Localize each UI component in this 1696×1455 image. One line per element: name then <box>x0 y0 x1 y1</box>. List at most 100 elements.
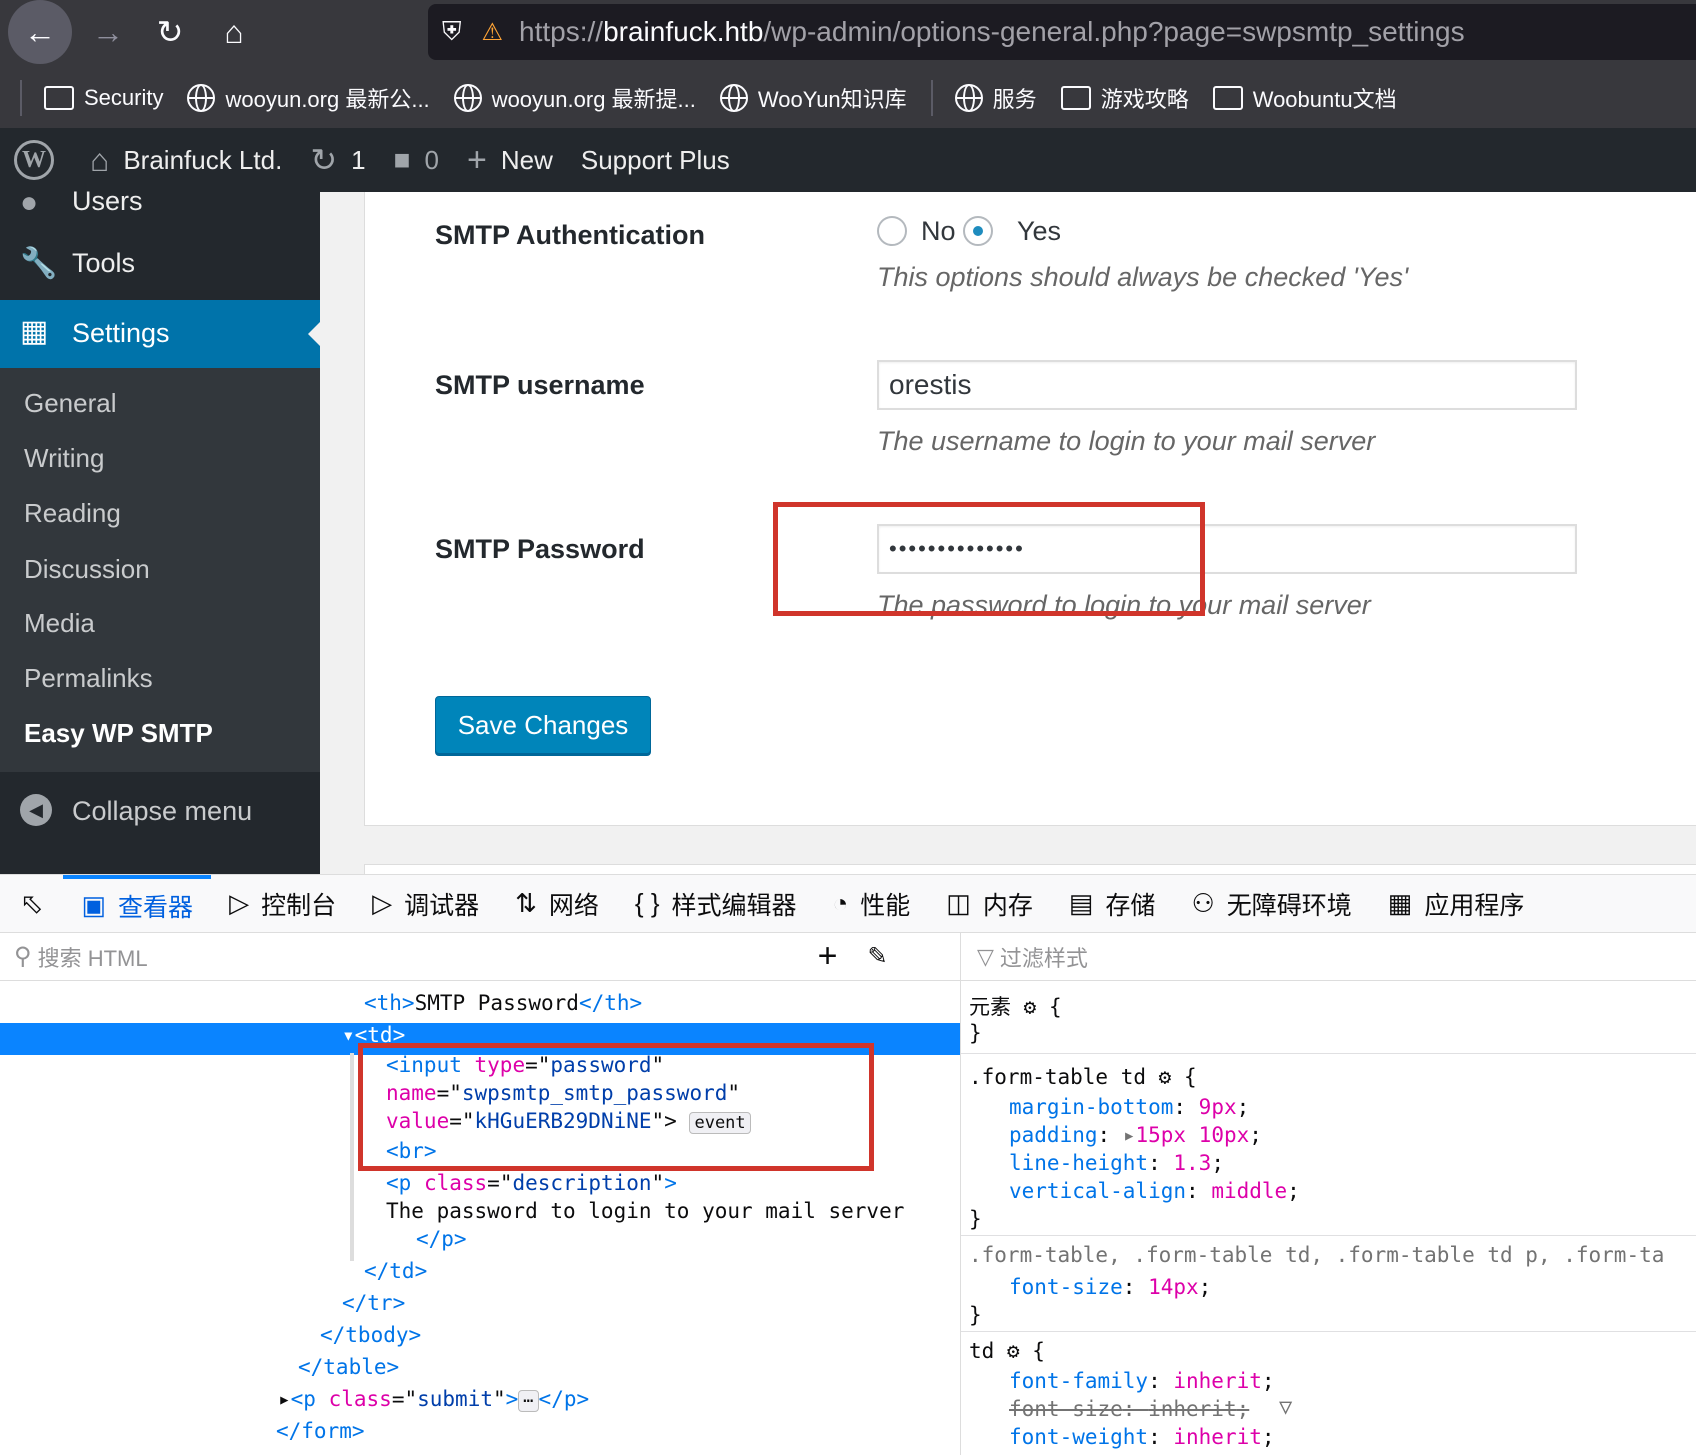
markup-tbody-close[interactable]: </tbody> <box>320 1323 421 1347</box>
gear-icon[interactable]: ⚙ <box>1159 1065 1172 1089</box>
tab-console[interactable]: ▷ 控制台 <box>211 875 354 933</box>
element-picker-button[interactable]: ⬁ <box>0 875 63 933</box>
bookmark-wooyun-1[interactable]: wooyun.org 最新公... <box>187 82 430 114</box>
markup-th-line[interactable]: <th>SMTP Password</th> <box>364 991 642 1015</box>
gear-icon[interactable]: ⚙ <box>1024 995 1037 1019</box>
toolbar-separator <box>20 80 22 116</box>
rule3-prop-1-overridden[interactable]: font-size: inherit; <box>1009 1397 1249 1421</box>
markup-p-open[interactable]: <p class="description"> <box>386 1171 677 1195</box>
submenu-item-permalinks[interactable]: Permalinks <box>24 663 153 694</box>
html-search-input[interactable]: 搜索 HTML <box>38 941 818 973</box>
rule3-selector-line: td ⚙ { <box>969 1339 1045 1363</box>
rule1-prop-3[interactable]: vertical-align: middle; <box>1009 1179 1300 1203</box>
prop-name: font-size <box>1009 1275 1123 1299</box>
wordpress-logo-icon[interactable]: W <box>14 140 54 180</box>
sidebar-item-label: Tools <box>72 248 136 278</box>
tab-debugger[interactable]: ▷ 调试器 <box>354 875 497 933</box>
next-panel-edge <box>364 864 1696 874</box>
tab-inspector[interactable]: ▣ 查看器 <box>63 874 212 933</box>
tab-label: 无障碍环境 <box>1226 891 1352 920</box>
gear-icon[interactable]: ⚙ <box>1007 1339 1020 1363</box>
submenu-item-writing[interactable]: Writing <box>24 443 104 474</box>
tab-label: 应用程序 <box>1424 891 1525 920</box>
smtp-username-input[interactable]: orestis <box>877 360 1577 410</box>
url-path: /wp-admin/options-general.php?page=swpsm… <box>763 16 1465 47</box>
forward-button[interactable]: → <box>84 8 132 56</box>
arrow-left-icon: ← <box>24 13 56 50</box>
submenu-item-media[interactable]: Media <box>24 608 95 639</box>
rule3-prop-0[interactable]: font-family: inherit; <box>1009 1369 1275 1393</box>
rule1-prop-2[interactable]: line-height: 1.3; <box>1009 1151 1224 1175</box>
rule1-prop-1[interactable]: padding: ▸15px 10px; <box>1009 1123 1262 1147</box>
support-plus-link[interactable]: Support Plus <box>581 145 730 176</box>
markup-td-close[interactable]: </td> <box>364 1259 427 1283</box>
rule3-selector: td <box>969 1339 995 1363</box>
tab-memory[interactable]: ◫ 内存 <box>928 875 1051 933</box>
sidebar-item-label: Users <box>72 186 143 216</box>
filter-icon[interactable]: ▽ <box>1279 1395 1292 1420</box>
markup-tr-close[interactable]: </tr> <box>342 1291 405 1315</box>
markup-p-close[interactable]: </p> <box>416 1227 467 1251</box>
submenu-item-easy-wp-smtp[interactable]: Easy WP SMTP <box>24 718 213 749</box>
bookmark-wooyun-2[interactable]: wooyun.org 最新提... <box>453 82 696 114</box>
username-value: orestis <box>889 369 972 400</box>
new-content-link[interactable]: + New <box>467 141 553 180</box>
styles-filter-input[interactable]: 过滤样式 <box>1000 941 1088 973</box>
rule2-selector: .form-table, .form-table td, .form-table… <box>969 1243 1665 1267</box>
home-button[interactable]: ⌂ <box>210 8 258 56</box>
tab-performance[interactable]: ◔ 性能 <box>815 875 929 933</box>
reload-button[interactable]: ↻ <box>146 8 194 56</box>
markup-p-submit[interactable]: ▸<p class="submit"> ⋯ </p> <box>278 1387 589 1412</box>
expand-triangle-icon[interactable]: ▸ <box>1123 1123 1136 1147</box>
sidebar-item-users[interactable]: ● Users <box>0 184 320 224</box>
prop-name: margin-bottom <box>1009 1095 1174 1119</box>
bookmark-security[interactable]: Security <box>44 85 163 111</box>
prop-value: 9px <box>1198 1095 1237 1119</box>
prop-value: 1.3 <box>1173 1151 1212 1175</box>
sidebar-item-tools[interactable]: 🔧 Tools <box>0 236 320 292</box>
markup-form-close[interactable]: </form> <box>276 1419 365 1443</box>
users-icon: ● <box>20 186 39 219</box>
add-node-button[interactable]: + <box>818 937 838 976</box>
rule3-prop-2[interactable]: font-weight: inherit; <box>1009 1425 1275 1449</box>
submenu-item-discussion[interactable]: Discussion <box>24 554 150 585</box>
tab-accessibility[interactable]: ⚇ 无障碍环境 <box>1173 875 1369 933</box>
th-text: SMTP Password <box>414 991 579 1015</box>
bookmark-wooyun-kb[interactable]: WooYun知识库 <box>719 82 907 114</box>
url-host: brainfuck.htb <box>603 16 764 47</box>
prop-name: line-height <box>1009 1151 1149 1175</box>
auth-no-radio[interactable] <box>877 216 907 246</box>
bookmark-games[interactable]: 游戏攻略 <box>1060 82 1189 114</box>
markup-table-close[interactable]: </table> <box>298 1355 399 1379</box>
site-name-link[interactable]: ⌂ Brainfuck Ltd. <box>90 142 282 179</box>
tab-label: 性能 <box>860 891 911 920</box>
markup-p-text[interactable]: The password to login to your mail serve… <box>386 1199 904 1223</box>
auth-yes-radio[interactable] <box>963 216 993 246</box>
url-bar[interactable]: ⛨ ⚠ https://brainfuck.htb/wp-admin/optio… <box>428 4 1696 60</box>
wrench-icon: 🔧 <box>20 247 58 280</box>
bookmarks-toolbar: Security wooyun.org 最新公... wooyun.org 最新… <box>0 68 1696 128</box>
collapse-menu-button[interactable]: ◀ Collapse menu <box>0 786 320 836</box>
tab-storage[interactable]: ▤ 存储 <box>1051 875 1174 933</box>
settings-sliders-icon: ▦ <box>20 315 49 348</box>
devtools-toolbar: ⬁ ▣ 查看器 ▷ 控制台 ▷ 调试器 ⇅ 网络 { } 样式编辑器 ◔ 性能 ◫ 内存 ▤ 存… <box>0 874 1696 933</box>
sidebar-item-settings[interactable]: ▦ Settings <box>0 300 320 368</box>
save-changes-button[interactable]: Save Changes <box>435 696 651 754</box>
settings-submenu: General Writing Reading Discussion Media… <box>0 368 320 772</box>
updates-count: 1 <box>351 144 366 175</box>
rule1-prop-0[interactable]: margin-bottom: 9px; <box>1009 1095 1249 1119</box>
submenu-item-general[interactable]: General <box>24 388 117 419</box>
tab-style-editor[interactable]: { } 样式编辑器 <box>617 875 815 933</box>
tab-application[interactable]: ▦ 应用程序 <box>1370 875 1543 933</box>
rule2-prop-0[interactable]: font-size: 14px; <box>1009 1275 1211 1299</box>
tab-network[interactable]: ⇅ 网络 <box>497 875 617 933</box>
search-icon: ⚲ <box>14 943 32 970</box>
updates-link[interactable]: ↻ 1 <box>310 141 365 179</box>
back-button[interactable]: ← <box>8 0 72 64</box>
bookmark-services[interactable]: 服务 <box>954 82 1037 114</box>
eyedropper-icon[interactable]: ✎ <box>867 942 887 971</box>
bookmark-woobuntu[interactable]: Woobuntu文档 <box>1212 82 1397 114</box>
submenu-item-reading[interactable]: Reading <box>24 498 121 529</box>
folder-icon <box>1060 86 1091 110</box>
comments-link[interactable]: ■ 0 <box>394 144 439 176</box>
